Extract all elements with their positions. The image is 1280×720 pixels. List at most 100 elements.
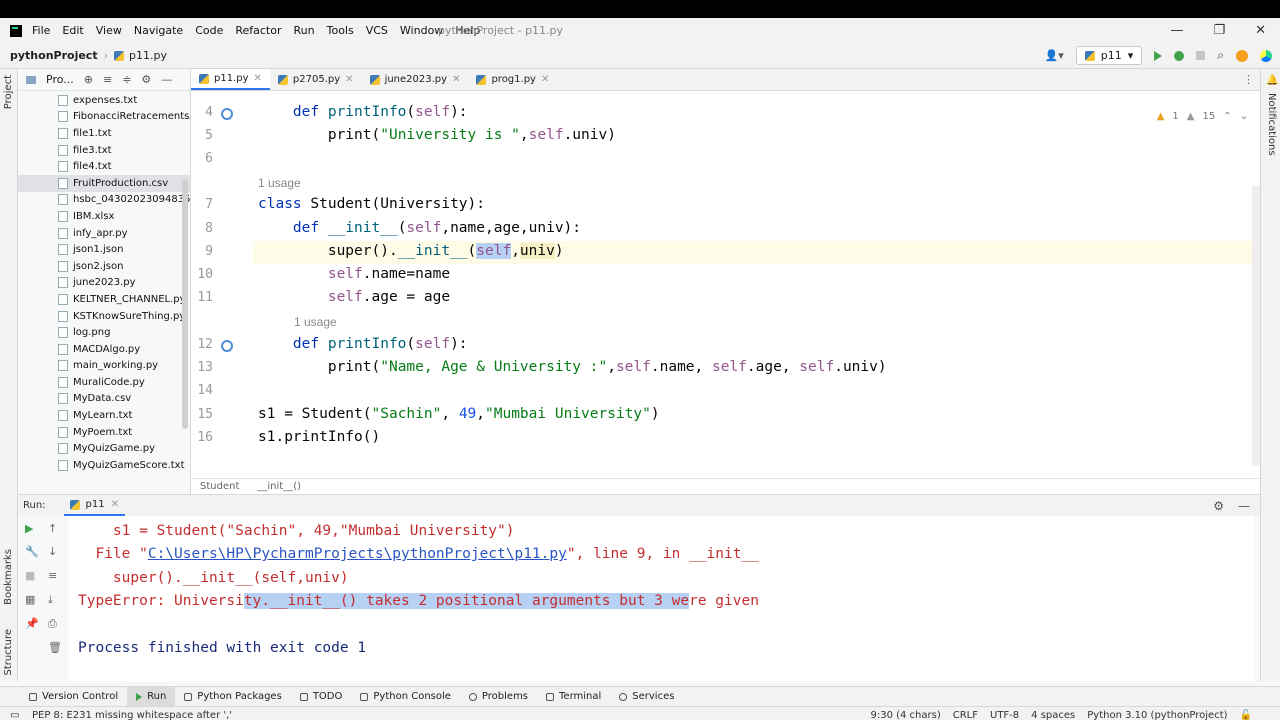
- hide-icon[interactable]: —: [161, 73, 172, 86]
- tool-python-console[interactable]: Python Console: [351, 687, 460, 706]
- hide-icon[interactable]: —: [1238, 499, 1250, 513]
- tool-services[interactable]: Services: [610, 687, 683, 706]
- expand-icon[interactable]: ▭: [10, 710, 19, 720]
- tool-todo[interactable]: TODO: [291, 687, 352, 706]
- menu-vcs[interactable]: VCS: [366, 24, 388, 37]
- menu-navigate[interactable]: Navigate: [134, 24, 183, 37]
- file-tree-item[interactable]: june2023.py: [18, 275, 190, 292]
- indent-setting[interactable]: 4 spaces: [1031, 710, 1075, 720]
- file-tree-item[interactable]: MyQuizGame.py: [18, 440, 190, 457]
- file-tree-item[interactable]: expenses.txt: [18, 92, 190, 109]
- overrides-method-icon[interactable]: [221, 108, 233, 120]
- ide-services-icon[interactable]: [1260, 49, 1272, 62]
- file-tree-item[interactable]: file1.txt: [18, 125, 190, 142]
- tool-terminal[interactable]: Terminal: [537, 687, 610, 706]
- file-tree-item[interactable]: file4.txt: [18, 158, 190, 175]
- run-console[interactable]: s1 = Student("Sachin", 49,"Mumbai Univer…: [68, 516, 1254, 681]
- menu-file[interactable]: File: [32, 24, 50, 37]
- menu-refactor[interactable]: Refactor: [235, 24, 281, 37]
- tool-python-packages[interactable]: Python Packages: [175, 687, 291, 706]
- python-interpreter[interactable]: Python 3.10 (pythonProject): [1087, 710, 1227, 720]
- file-tree-item[interactable]: infy_apr.py: [18, 225, 190, 242]
- side-tab-structure[interactable]: Structure: [3, 629, 14, 676]
- file-tree-item[interactable]: MACDAlgo.py: [18, 341, 190, 358]
- gear-icon[interactable]: ⚙: [1213, 499, 1224, 513]
- file-tree-item[interactable]: IBM.xlsx: [18, 208, 190, 225]
- search-icon[interactable]: ⌕: [1217, 48, 1224, 63]
- close-icon[interactable]: ✕: [111, 499, 119, 510]
- wrench-icon[interactable]: 🔧: [25, 545, 39, 558]
- scroll-to-end-icon[interactable]: ⤓: [48, 593, 53, 607]
- notifications-icon[interactable]: 🔔: [1266, 75, 1278, 86]
- menu-tools[interactable]: Tools: [327, 24, 354, 37]
- run-tab-p11[interactable]: p11 ✕: [63, 495, 126, 516]
- tool-problems[interactable]: Problems: [460, 687, 537, 706]
- arrow-up-icon[interactable]: ↑: [48, 522, 57, 535]
- menu-view[interactable]: View: [96, 24, 122, 37]
- gear-icon[interactable]: ⚙: [141, 73, 151, 86]
- restore-button[interactable]: ❐: [1213, 23, 1225, 38]
- file-tree-item[interactable]: MyQuizGameScore.txt: [18, 457, 190, 474]
- nav-file[interactable]: p11.py: [129, 49, 167, 62]
- menu-run[interactable]: Run: [294, 24, 315, 37]
- file-tree-item[interactable]: hsbc_04302023094835.xlsx: [18, 192, 190, 209]
- tab-p2705[interactable]: p2705.py ✕: [270, 69, 362, 90]
- file-tree-item[interactable]: MuraliCode.py: [18, 374, 190, 391]
- line-separator[interactable]: CRLF: [953, 710, 978, 720]
- locate-icon[interactable]: ⊕: [84, 73, 93, 86]
- chevron-up-icon[interactable]: ⌃: [1223, 111, 1231, 122]
- usage-hint[interactable]: 1 usage: [258, 176, 301, 190]
- account-icon[interactable]: 👤▾: [1045, 49, 1064, 62]
- menu-window[interactable]: Window: [400, 24, 443, 37]
- close-icon[interactable]: ✕: [254, 73, 262, 84]
- pin-icon[interactable]: 📌: [25, 617, 39, 630]
- tab-june2023[interactable]: june2023.py ✕: [362, 69, 469, 90]
- side-tab-bookmarks[interactable]: Bookmarks: [3, 549, 14, 605]
- file-link[interactable]: C:\Users\HP\PycharmProjects\pythonProjec…: [148, 546, 567, 562]
- file-tree-item[interactable]: MyPoem.txt: [18, 424, 190, 441]
- file-tree-item[interactable]: main_working.py: [18, 358, 190, 375]
- minimize-button[interactable]: —: [1170, 23, 1183, 38]
- stop-icon[interactable]: ■: [25, 569, 35, 582]
- layout-icon[interactable]: ▦: [25, 593, 35, 606]
- breadcrumb-method[interactable]: __init__(): [257, 481, 301, 492]
- tab-prog1[interactable]: prog1.py ✕: [468, 69, 557, 90]
- expand-all-icon[interactable]: ≡: [103, 73, 112, 86]
- more-vertical-icon[interactable]: ⋮: [1243, 73, 1254, 86]
- menu-code[interactable]: Code: [195, 24, 223, 37]
- inspection-widget[interactable]: ▲ 1 ▲ 15 ⌃ ⌄: [1157, 111, 1248, 122]
- file-tree-item[interactable]: file3.txt: [18, 142, 190, 159]
- trash-icon[interactable]: 🗑: [48, 641, 62, 654]
- file-tree-item[interactable]: json2.json: [18, 258, 190, 275]
- file-tree-item[interactable]: FibonacciRetracementsAlgo: [18, 109, 190, 126]
- file-tree-item[interactable]: KELTNER_CHANNEL.py: [18, 291, 190, 308]
- file-tree-item[interactable]: MyData.csv: [18, 391, 190, 408]
- close-icon[interactable]: ✕: [541, 74, 549, 85]
- stop-icon[interactable]: [1196, 51, 1206, 60]
- rerun-icon[interactable]: ▶: [25, 522, 33, 535]
- project-panel-title[interactable]: Pro...: [46, 73, 74, 86]
- file-tree-item[interactable]: json1.json: [18, 241, 190, 258]
- run-icon[interactable]: [1154, 50, 1163, 61]
- side-tab-project[interactable]: Project: [3, 75, 14, 109]
- close-icon[interactable]: ✕: [345, 74, 353, 85]
- file-tree-item[interactable]: log.png: [18, 324, 190, 341]
- file-tree-item[interactable]: MyLearn.txt: [18, 407, 190, 424]
- project-scrollbar[interactable]: [182, 179, 188, 429]
- tool-run[interactable]: Run: [127, 687, 176, 706]
- side-tab-notifications[interactable]: Notifications: [1266, 93, 1277, 156]
- file-encoding[interactable]: UTF-8: [990, 710, 1019, 720]
- print-icon[interactable]: ⎙: [48, 617, 57, 631]
- nav-project[interactable]: pythonProject: [10, 49, 98, 62]
- caret-position[interactable]: 9:30 (4 chars): [870, 710, 940, 720]
- close-icon[interactable]: ✕: [452, 74, 460, 85]
- collapse-all-icon[interactable]: ≑: [122, 73, 131, 86]
- menu-edit[interactable]: Edit: [62, 24, 83, 37]
- breadcrumb-class[interactable]: Student: [200, 481, 239, 492]
- close-button[interactable]: ✕: [1255, 23, 1266, 38]
- chevron-down-icon[interactable]: ⌄: [1240, 111, 1248, 122]
- usage-hint[interactable]: 1 usage: [294, 315, 337, 329]
- tab-p11[interactable]: p11.py ✕: [191, 69, 270, 90]
- tool-version-control[interactable]: Version Control: [20, 687, 127, 706]
- lock-icon[interactable]: 🔓: [1240, 710, 1252, 720]
